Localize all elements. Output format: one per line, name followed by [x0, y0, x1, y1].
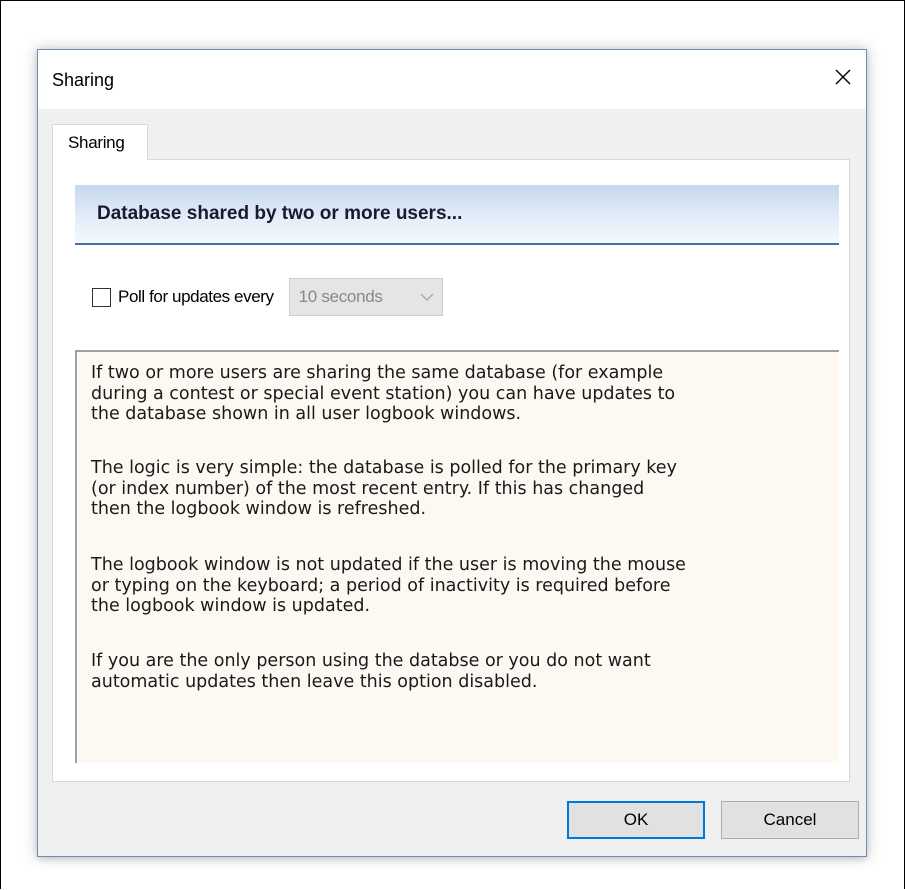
poll-interval-value: 10 seconds: [298, 287, 383, 306]
info-paragraph: If two or more users are sharing the sam…: [91, 363, 676, 424]
cancel-button[interactable]: Cancel: [721, 801, 859, 839]
chevron-down-icon: [420, 293, 434, 301]
info-paragraph: If you are the only person using the dat…: [91, 651, 651, 692]
sharing-dialog: Sharing Sharing Database shared by two o…: [37, 49, 867, 857]
info-text-panel: If two or more users are sharing the sam…: [75, 350, 839, 763]
tab-label: Sharing: [68, 133, 125, 152]
tab-sharing[interactable]: Sharing: [52, 124, 148, 160]
ok-button[interactable]: OK: [567, 801, 705, 839]
info-paragraph: The logic is very simple: the database i…: [91, 458, 677, 519]
poll-interval-select[interactable]: 10 seconds: [288, 278, 443, 316]
close-button[interactable]: [826, 60, 860, 94]
close-icon: [835, 69, 851, 85]
poll-checkbox[interactable]: [92, 287, 111, 307]
banner-title: Database shared by two or more users...: [97, 203, 463, 224]
tab-page-sharing: Database shared by two or more users... …: [52, 159, 850, 782]
poll-label[interactable]: Poll for updates every: [118, 287, 274, 307]
screenshot-frame: Sharing Sharing Database shared by two o…: [0, 0, 905, 889]
dialog-title: Sharing: [52, 70, 115, 90]
title-bar: Sharing: [38, 50, 866, 109]
poll-row: Poll for updates every 10 seconds: [92, 277, 443, 317]
header-banner: Database shared by two or more users...: [75, 185, 839, 245]
info-paragraph: The logbook window is not updated if the…: [91, 555, 686, 616]
